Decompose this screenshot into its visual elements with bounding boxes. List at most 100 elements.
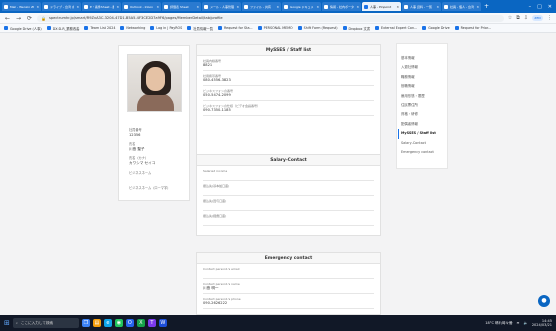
task-view-icon[interactable]: ❐ bbox=[81, 319, 90, 327]
teams-icon[interactable]: T bbox=[147, 319, 156, 327]
field-value[interactable]: 8821 bbox=[203, 63, 374, 68]
section-nav-item[interactable]: Emergency contact bbox=[401, 148, 447, 157]
browser-tab[interactable]: E・案件Sheet - 翻訳✕ bbox=[82, 2, 121, 11]
close-tab-icon[interactable]: ✕ bbox=[436, 5, 439, 9]
word-icon[interactable]: W bbox=[158, 319, 167, 327]
bookmark-label: PERSONAL MEMO bbox=[263, 26, 293, 30]
clock-date: 2024/03/21 bbox=[531, 323, 552, 327]
bookmark-label: Google Drive (人事) bbox=[10, 26, 42, 31]
browser-tab[interactable]: Google ドキュメント✕ bbox=[282, 2, 321, 11]
close-tab-icon[interactable]: ✕ bbox=[36, 5, 39, 9]
section-mysses: MySSES / Staff list 社員内線番号 8821 社用携帯番号 080-… bbox=[196, 44, 381, 168]
field-row: 社用携帯番号 080-4556-3823 bbox=[203, 71, 374, 86]
bookmark-item[interactable]: Log in | PayROS bbox=[150, 26, 182, 30]
profile-field-value: 川島 聖子 bbox=[129, 146, 145, 151]
clock[interactable]: 14:45 2024/03/21 bbox=[532, 319, 552, 327]
bookmark-item[interactable]: Google Drive bbox=[422, 26, 450, 30]
field-value[interactable] bbox=[203, 218, 374, 223]
bookmark-item[interactable]: Shift Form (Request) bbox=[297, 26, 338, 30]
field-value[interactable] bbox=[203, 271, 374, 276]
bookmark-item[interactable]: Request for Prior... bbox=[454, 26, 491, 30]
bookmark-item[interactable]: Dropbox 文書 bbox=[342, 26, 370, 31]
close-tab-icon[interactable]: ✕ bbox=[236, 5, 239, 9]
field-value[interactable] bbox=[203, 188, 374, 193]
close-tab-icon[interactable]: ✕ bbox=[196, 5, 199, 9]
file-explorer-icon[interactable]: ▤ bbox=[92, 319, 101, 327]
close-tab-icon[interactable]: ✕ bbox=[396, 5, 399, 9]
close-tab-icon[interactable]: ✕ bbox=[156, 5, 159, 9]
bookmark-icon bbox=[46, 26, 51, 30]
browser-tab[interactable]: ファイル - 共有 ✕ bbox=[242, 2, 281, 11]
section-nav-item[interactable]: MySSES / Staff list bbox=[398, 129, 447, 139]
download-icon[interactable]: ⇩ bbox=[524, 15, 528, 21]
bookmark-item[interactable]: DX:D-R_業務改善 bbox=[46, 26, 79, 31]
field-value[interactable] bbox=[203, 173, 374, 178]
browser-tab[interactable]: 社員 - 個人 - 台湾 ✕ bbox=[442, 2, 481, 11]
reload-icon[interactable]: ⟳ bbox=[26, 15, 33, 22]
taskbar-search[interactable]: ⌕ ここに入力して検索 bbox=[12, 318, 79, 328]
close-tab-icon[interactable]: ✕ bbox=[476, 5, 479, 9]
field-value[interactable]: 090-7350-1185 bbox=[203, 108, 374, 113]
extensions-icon[interactable]: ⧉ bbox=[516, 15, 520, 21]
bookmark-item[interactable]: External Expert Con... bbox=[375, 26, 417, 30]
profile-field-label: 社員番号 bbox=[129, 128, 142, 132]
section-nav-item[interactable]: 入退社情報 bbox=[401, 63, 447, 72]
section-nav-item[interactable]: 住民票住所 bbox=[401, 101, 447, 110]
chat-fab-button[interactable]: ● bbox=[538, 295, 550, 307]
edge-icon[interactable]: e bbox=[103, 319, 112, 327]
section-nav-item[interactable]: 役職情報 bbox=[401, 82, 447, 91]
bookmark-label: Google Drive bbox=[428, 26, 450, 30]
bookmark-item[interactable]: Team List 2024 bbox=[84, 26, 115, 30]
section-nav-item[interactable]: 配偶者情報 bbox=[401, 120, 447, 129]
field-value[interactable] bbox=[203, 203, 374, 208]
browser-tab[interactable]: メール - 人事管理 ✕ bbox=[202, 2, 241, 11]
wifi-icon[interactable]: ≋ bbox=[517, 321, 520, 325]
bookmark-item[interactable]: 社員情報一覧 bbox=[187, 26, 213, 31]
volume-icon[interactable]: 🔈 bbox=[523, 321, 527, 325]
field-value[interactable]: 川島 明一 bbox=[203, 286, 374, 291]
new-tab-button[interactable]: + bbox=[484, 3, 489, 10]
close-tab-icon[interactable]: ✕ bbox=[116, 5, 119, 9]
field-value[interactable]: 050-5474-2099 bbox=[203, 93, 374, 98]
bookmark-item[interactable]: Request for Sta... bbox=[218, 26, 253, 30]
section-emergency-contact: Emergency contact Contact person1's emai… bbox=[196, 252, 381, 315]
close-tab-icon[interactable]: ✕ bbox=[76, 5, 79, 9]
browser-tab[interactable]: 情報 - 社内ポータル ✕ bbox=[322, 2, 361, 11]
forward-icon[interactable]: → bbox=[15, 15, 22, 22]
close-tab-icon[interactable]: ✕ bbox=[276, 5, 279, 9]
bookmark-label: Request for Sta... bbox=[224, 26, 253, 30]
tab-favicon-icon bbox=[204, 4, 208, 9]
profile-button[interactable]: ZEN bbox=[532, 15, 543, 21]
browser-tab[interactable]: 人事 - Pinpoint ✕ bbox=[362, 2, 401, 11]
browser-tab[interactable]: ドライブ - 台湾 (株)✕ bbox=[42, 2, 81, 11]
bookmark-item[interactable]: Networking bbox=[120, 26, 145, 30]
field-value[interactable]: 090-2626222 bbox=[203, 301, 374, 306]
menu-icon[interactable]: ⋮ bbox=[547, 15, 552, 21]
maximize-button[interactable]: □ bbox=[537, 4, 542, 10]
field-value[interactable]: 080-4556-3823 bbox=[203, 78, 374, 83]
back-icon[interactable]: ← bbox=[4, 15, 11, 22]
windows-start-icon[interactable]: ⊞ bbox=[4, 319, 10, 327]
close-tab-icon[interactable]: ✕ bbox=[356, 5, 359, 9]
section-nav-item[interactable]: 資格・研修 bbox=[401, 110, 447, 119]
bookmark-item[interactable]: PERSONAL MEMO bbox=[257, 26, 293, 30]
weather-text[interactable]: 18°C 晴れ時々曇 bbox=[485, 321, 512, 326]
minimize-button[interactable]: – bbox=[529, 4, 532, 10]
browser-tab[interactable]: 評価表 Sheet ✕ bbox=[162, 2, 201, 11]
address-bar[interactable]: 🔒 spectrumhr.jp/smart/R9ZvA3C-3204-47D1-… bbox=[37, 14, 504, 22]
close-tab-icon[interactable]: ✕ bbox=[316, 5, 319, 9]
section-nav-item[interactable]: Salary-Contact bbox=[401, 139, 447, 148]
section-nav-item[interactable]: 雇用形態・履歴 bbox=[401, 92, 447, 101]
system-tray: 18°C 晴れ時々曇 ≋ 🔈 14:45 2024/03/21 bbox=[485, 319, 552, 327]
chrome-icon[interactable]: ◉ bbox=[114, 319, 123, 327]
excel-icon[interactable]: X bbox=[136, 319, 145, 327]
bookmark-item[interactable]: Google Drive (人事) bbox=[4, 26, 42, 31]
browser-tab[interactable]: Mail - Wenxin Zhou - Out✕ bbox=[2, 2, 41, 11]
browser-tab[interactable]: 人事 資料 - 一覧 ✕ bbox=[402, 2, 441, 11]
section-nav-item[interactable]: 職務情報 bbox=[401, 73, 447, 82]
close-window-button[interactable]: ✕ bbox=[548, 4, 552, 10]
star-icon[interactable]: ☆ bbox=[508, 15, 512, 21]
section-nav-item[interactable]: 基本情報 bbox=[401, 54, 447, 63]
outlook-icon[interactable]: O bbox=[125, 319, 134, 327]
browser-tab[interactable]: Outlook - Inbox ✕ bbox=[122, 2, 161, 11]
